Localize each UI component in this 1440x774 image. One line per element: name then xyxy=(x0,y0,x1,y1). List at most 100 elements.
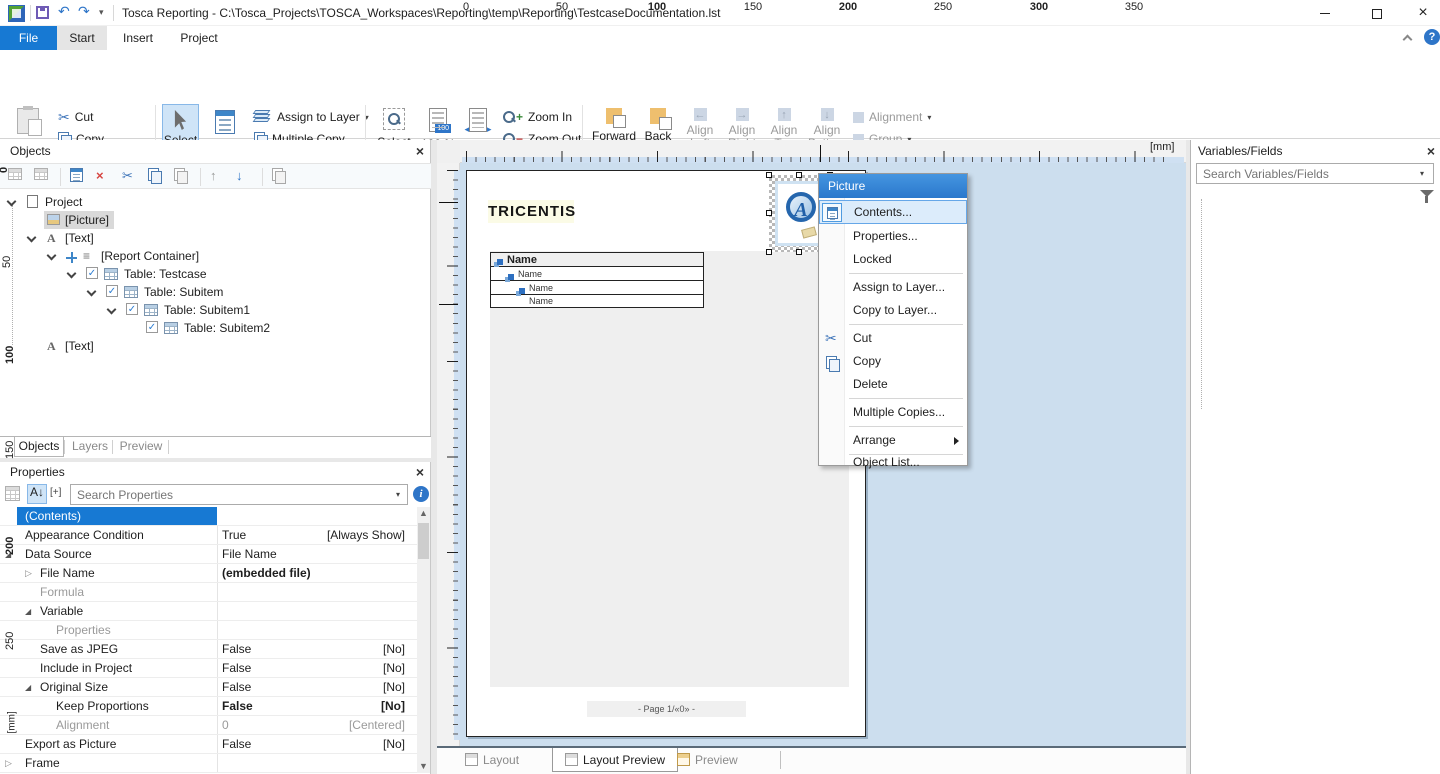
tab-file[interactable]: File xyxy=(0,26,57,50)
menu-item-multiple-copies[interactable]: Multiple Copies... xyxy=(819,401,967,424)
menu-item-delete[interactable]: Delete xyxy=(819,373,967,396)
property-row-include-in-project[interactable]: Include in Project False [No] xyxy=(0,659,417,678)
property-row-keep-proportions[interactable]: Keep Proportions False [No] xyxy=(0,697,417,716)
tab-insert[interactable]: Insert xyxy=(115,26,161,50)
menu-item-assign-to-layer[interactable]: Assign to Layer... xyxy=(819,276,967,299)
tree-item-table-testcase[interactable]: ✓ Table: Testcase xyxy=(0,265,418,283)
menu-item-properties[interactable]: Properties... xyxy=(819,225,967,248)
zoom-in-button[interactable]: + Zoom In xyxy=(503,108,572,126)
expand-all-icon[interactable]: [+] xyxy=(50,487,61,498)
property-row-variable[interactable]: ◢ Variable xyxy=(0,602,417,621)
table-row-subitem1[interactable]: Name xyxy=(491,281,703,295)
collapsed-icon[interactable]: ▷ xyxy=(5,754,12,773)
collapsed-icon[interactable]: ▷ xyxy=(25,564,32,583)
chevron-down-icon[interactable] xyxy=(47,251,57,261)
assign-to-layer-button[interactable]: Assign to Layer ▾ xyxy=(254,108,369,126)
page-footer-text[interactable]: - Page 1/«0» - xyxy=(587,701,746,717)
property-row-contents[interactable]: (Contents) xyxy=(0,507,417,526)
menu-item-copy-to-layer[interactable]: Copy to Layer... xyxy=(819,299,967,322)
property-row-original-size[interactable]: ◢ Original Size False [No] xyxy=(0,678,417,697)
selection-handle[interactable] xyxy=(796,249,802,255)
tree-item-text[interactable]: A [Text] xyxy=(0,229,418,247)
selection-handle[interactable] xyxy=(766,210,772,216)
selection-handle[interactable] xyxy=(796,172,802,178)
property-row-file-name[interactable]: ▷ File Name (embedded file) xyxy=(0,564,417,583)
table-row-subitem2[interactable]: Name xyxy=(491,295,703,307)
sort-az-icon[interactable]: A↓ xyxy=(27,484,47,504)
property-row-save-as-jpeg[interactable]: Save as JPEG False [No] xyxy=(0,640,417,659)
var-item-variables[interactable]: <> Variables xyxy=(1190,187,1440,205)
cut-object-icon[interactable]: ✂ xyxy=(122,168,133,184)
quick-access-dropdown-icon[interactable]: ▾ xyxy=(99,7,104,18)
var-item-project-variables[interactable]: Project variables xyxy=(1190,241,1440,259)
help-icon[interactable]: ? xyxy=(1424,29,1440,45)
chevron-down-icon[interactable] xyxy=(87,287,97,297)
property-row-export-as-picture[interactable]: Export as Picture False [No] xyxy=(0,735,417,754)
move-up-icon[interactable]: ↑ xyxy=(210,168,217,184)
selection-handle[interactable] xyxy=(766,249,772,255)
info-icon[interactable]: i xyxy=(413,486,429,502)
var-item-tosca[interactable]: TOSCA xyxy=(1190,223,1440,241)
field-item-subitem1[interactable]: Subitem1 xyxy=(1190,331,1440,349)
menu-item-cut[interactable]: ✂ Cut xyxy=(819,327,967,350)
property-row-appearance-condition[interactable]: Appearance Condition True [Always Show] xyxy=(0,526,417,545)
objects-panel-close-icon[interactable]: × xyxy=(413,145,427,159)
checkbox-checked-icon[interactable]: ✓ xyxy=(146,321,158,333)
checkbox-checked-icon[interactable]: ✓ xyxy=(106,285,118,297)
variables-search-input[interactable] xyxy=(1196,163,1434,184)
field-item-subitem2[interactable]: Subitem2 xyxy=(1190,349,1440,367)
table-row-subitem[interactable]: Name xyxy=(491,267,703,281)
tree-item-table-subitem1[interactable]: ✓ Table: Subitem1 xyxy=(0,301,418,319)
variables-search-caret-icon[interactable]: ▾ xyxy=(1420,169,1424,178)
report-page[interactable]: TRICENTIS Name Name Name Name - Page 1/«… xyxy=(466,170,866,737)
property-row-properties[interactable]: Properties xyxy=(0,621,417,640)
var-item-ll[interactable]: LL xyxy=(1190,205,1440,223)
chevron-down-icon[interactable] xyxy=(67,269,77,279)
tab-project[interactable]: Project xyxy=(172,26,226,50)
tab-preview[interactable]: Preview xyxy=(677,748,738,772)
var-item-fields[interactable]: Fields xyxy=(1190,277,1440,295)
chevron-down-icon[interactable] xyxy=(7,197,17,207)
tab-objects[interactable]: Objects xyxy=(14,437,64,457)
tree-item-table-subitem[interactable]: ✓ Table: Subitem xyxy=(0,283,418,301)
menu-item-arrange[interactable]: Arrange xyxy=(819,429,967,452)
tab-layout-preview[interactable]: Layout Preview xyxy=(552,748,678,772)
properties-search-input[interactable] xyxy=(70,484,408,505)
menu-item-locked[interactable]: Locked xyxy=(819,248,967,271)
property-row-formula[interactable]: Formula xyxy=(0,583,417,602)
property-row-data-source[interactable]: ◢ Data Source File Name xyxy=(0,545,417,564)
report-container-region[interactable] xyxy=(490,251,849,687)
copy-object-icon[interactable] xyxy=(148,168,161,186)
tab-preview[interactable]: Preview xyxy=(116,437,166,457)
menu-item-object-list[interactable]: Object List... xyxy=(819,457,967,466)
maximize-button[interactable] xyxy=(1360,0,1394,26)
var-item-user-variables[interactable]: User variables xyxy=(1190,385,1440,403)
alignment-button[interactable]: Alignment ▾ xyxy=(853,108,931,126)
chevron-down-icon[interactable] xyxy=(27,233,37,243)
cut-button[interactable]: ✂ Cut xyxy=(58,108,93,126)
expanded-icon[interactable]: ◢ xyxy=(25,678,31,697)
new-subtable-icon[interactable] xyxy=(34,168,48,184)
report-structure-icon[interactable] xyxy=(272,168,285,186)
menu-item-contents[interactable]: Contents... xyxy=(819,200,967,224)
tree-item-picture[interactable]: [Picture] xyxy=(0,211,418,229)
tree-item-report-container[interactable]: ≡ [Report Container] xyxy=(0,247,418,265)
menu-item-copy[interactable]: Copy xyxy=(819,350,967,373)
var-item-llfax[interactable]: @LLFAX xyxy=(1190,259,1440,277)
properties-search-caret-icon[interactable]: ▾ xyxy=(396,490,400,499)
checkbox-checked-icon[interactable]: ✓ xyxy=(126,303,138,315)
var-item-sum-variables[interactable]: Σ Sum variables xyxy=(1190,403,1440,421)
field-item-subitem[interactable]: Subitem xyxy=(1190,313,1440,331)
object-list-icon[interactable] xyxy=(70,168,83,184)
categorized-view-icon[interactable] xyxy=(5,486,20,504)
chevron-down-icon[interactable] xyxy=(107,305,117,315)
save-icon[interactable] xyxy=(36,6,49,19)
property-row-alignment[interactable]: Alignment 0 [Centered] xyxy=(0,716,417,735)
field-item-ll[interactable]: LL xyxy=(1190,295,1440,313)
properties-scrollbar[interactable]: ▲ ▼ xyxy=(417,507,430,773)
tab-start[interactable]: Start xyxy=(57,26,107,50)
tree-item-project[interactable]: Project xyxy=(0,193,418,211)
table-row-testcase[interactable]: Name xyxy=(491,253,703,267)
report-table-object[interactable]: Name Name Name Name xyxy=(490,252,704,308)
new-table-icon[interactable] xyxy=(8,168,22,184)
